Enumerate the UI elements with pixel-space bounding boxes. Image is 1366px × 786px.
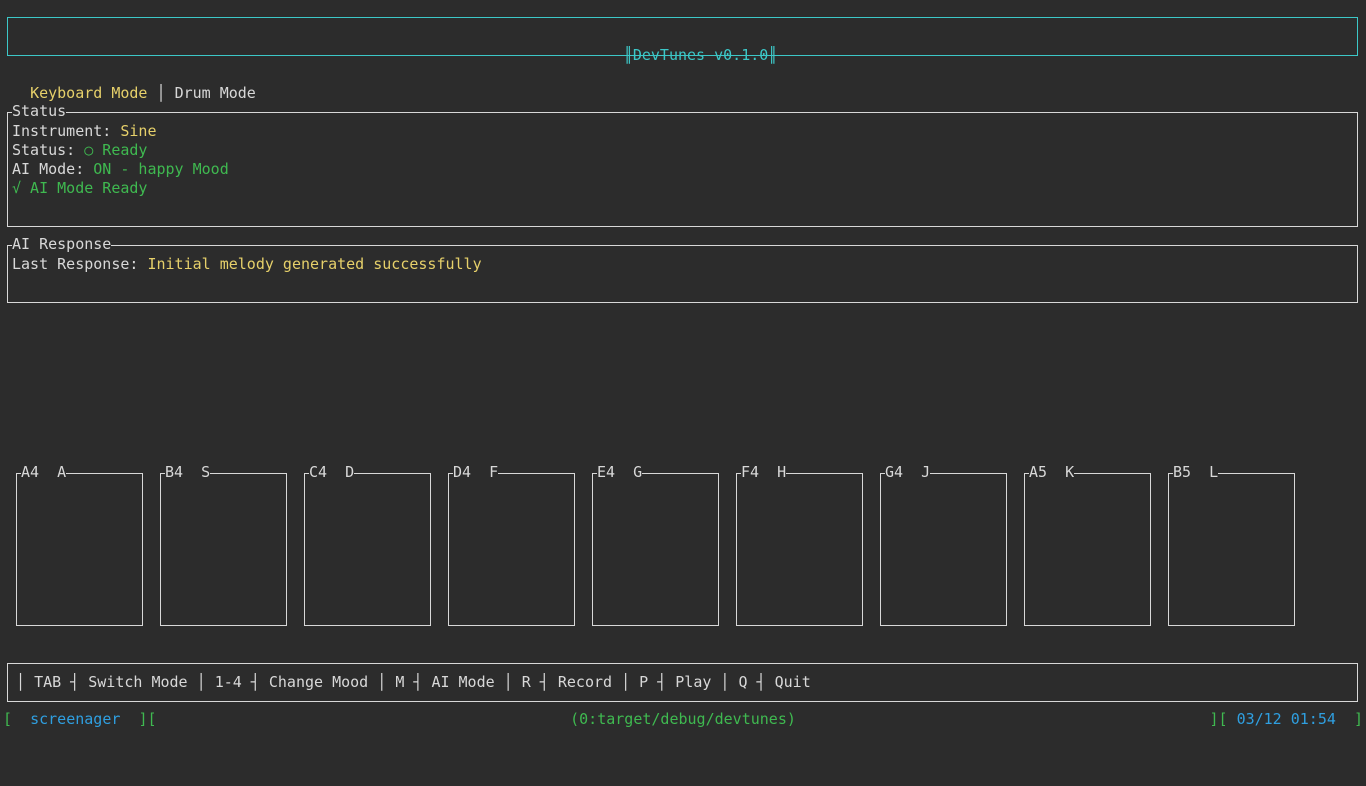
shortcut-key: Q [738,673,748,691]
title-right-border: ║ [768,46,778,64]
shortcut-key: R [521,673,531,691]
shortcut-bar: │ TAB ┤ Switch Mode │ 1-4 ┤ Change Mood … [7,663,1358,702]
ai-response-panel: AI Response Last Response: Initial melod… [7,235,1358,303]
shortcut-action: Quit [774,673,811,691]
status-row: Status: ○ Ready [12,141,147,160]
shortcut-key: 1-4 [214,673,242,691]
key-label: B5 L [1173,463,1219,482]
last-response-label: Last Response: [12,255,148,273]
piano-key[interactable]: F4 H [736,463,863,626]
tab-keyboard-mode[interactable]: Keyboard Mode [30,84,147,102]
status-label: Status: [12,141,85,159]
tmux-window[interactable]: (0:target/debug/devtunes) [0,710,1366,729]
ai-ready-message: √ AI Mode Ready [12,179,148,197]
shortcut-action: AI Mode [431,673,495,691]
shortcut-action: Change Mood [268,673,369,691]
ai-mode-value: ON - happy Mood [93,160,229,178]
piano-key[interactable]: B5 L [1168,463,1295,626]
key-label: E4 G [597,463,643,482]
app-title: DevTunes v0.1.0 [632,46,769,64]
piano-key[interactable]: G4 J [880,463,1007,626]
piano-key[interactable]: D4 F [448,463,575,626]
title-left-border: ║ [623,46,633,64]
ai-mode-label: AI Mode: [12,160,94,178]
instrument-value: Sine [120,122,157,140]
last-response-value: Initial melody generated successfully [147,255,482,273]
tmux-clock: ][ 03/12 01:54 ] [1209,710,1363,728]
key-label: C4 D [309,463,355,482]
status-panel: Status Instrument: Sine Status: ○ Ready … [7,102,1358,227]
shortcut-key: P [639,673,649,691]
shortcut-action: Record [557,673,613,691]
piano-key[interactable]: C4 D [304,463,431,626]
key-label: A4 A [21,463,67,482]
tab-divider: │ [147,84,175,102]
shortcut-key: TAB [34,673,62,691]
piano-key[interactable]: A5 K [1024,463,1151,626]
shortcut-action: Play [675,673,712,691]
instrument-row: Instrument: Sine [12,122,157,141]
shortcut-action: Switch Mode [88,673,188,691]
instrument-label: Instrument: [12,122,121,140]
key-label: F4 H [741,463,787,482]
shortcut-key: M [395,673,405,691]
datetime: 03/12 01:54 [1236,710,1336,728]
key-label: B4 S [165,463,211,482]
piano-key[interactable]: B4 S [160,463,287,626]
key-label: A5 K [1029,463,1075,482]
piano-key[interactable]: E4 G [592,463,719,626]
ai-mode-row: AI Mode: ON - happy Mood [12,160,229,179]
ai-response-title: AI Response [12,235,112,254]
title-bar: ║DevTunes v0.1.0║ [7,17,1358,64]
shortcut-list: │ TAB ┤ Switch Mode │ 1-4 ┤ Change Mood … [16,673,811,691]
last-response-row: Last Response: Initial melody generated … [12,255,482,274]
status-panel-title: Status [12,102,67,121]
status-value: ○ Ready [84,141,148,159]
mode-tabs: Keyboard Mode │ Drum Mode [12,65,256,103]
key-label: D4 F [453,463,499,482]
key-label: G4 J [885,463,931,482]
tab-drum-mode[interactable]: Drum Mode [175,84,256,102]
piano-key[interactable]: A4 A [16,463,143,626]
tmux-status-bar: [ screenager ][ (0:target/debug/devtunes… [0,710,1366,729]
